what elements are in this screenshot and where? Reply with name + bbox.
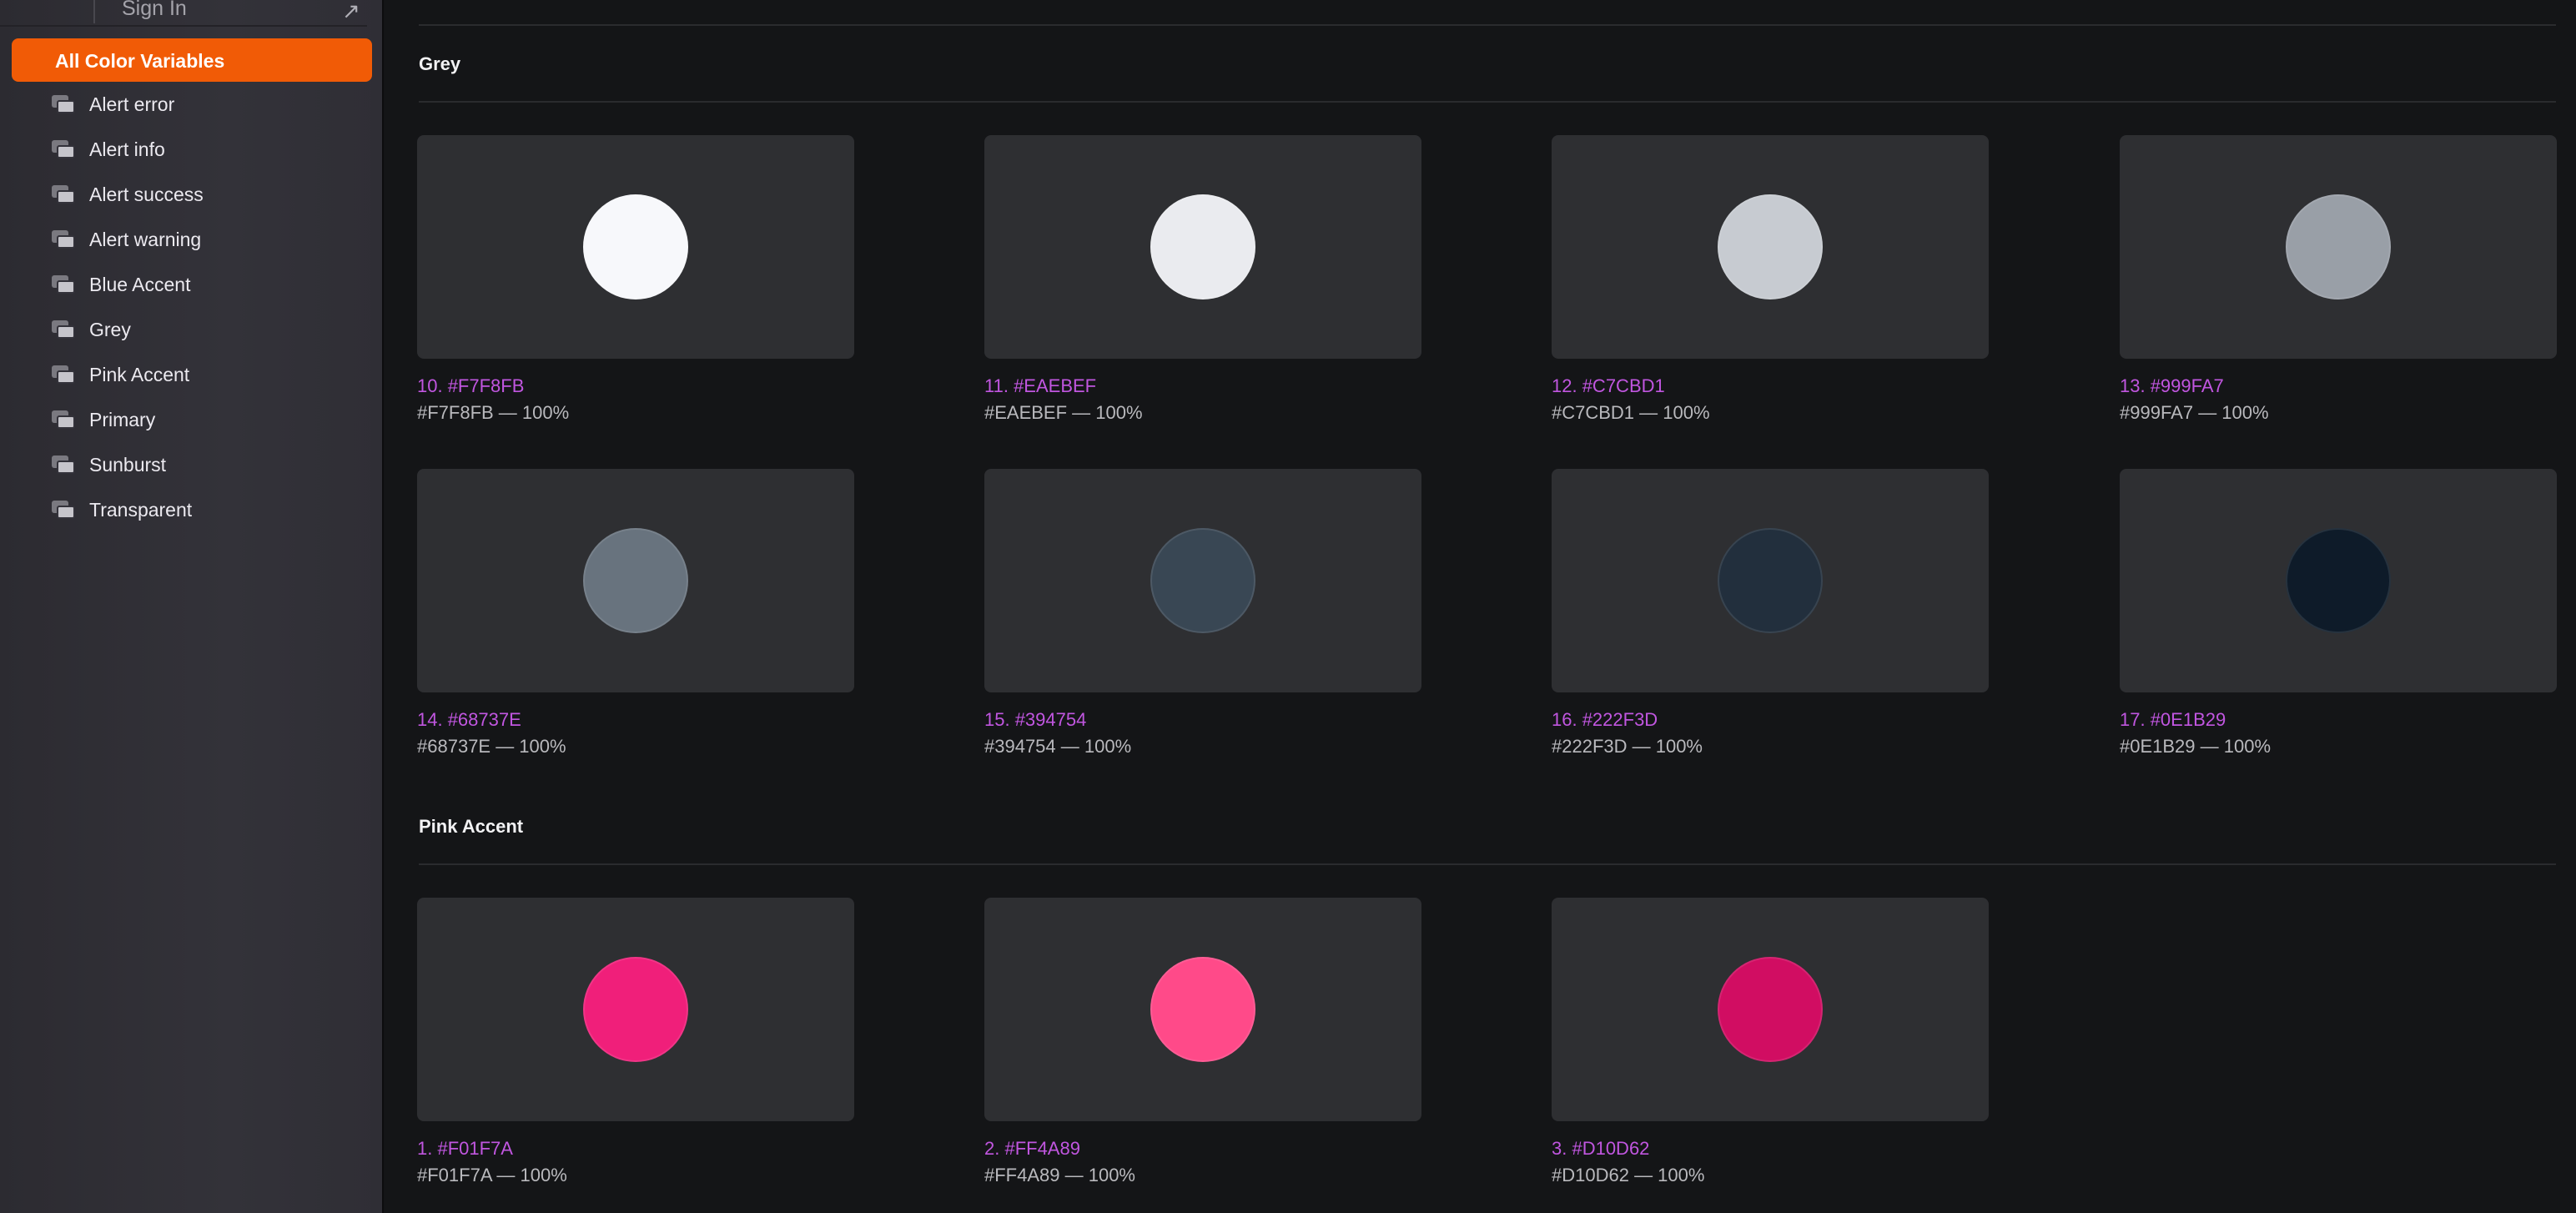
stack-icon (52, 275, 77, 294)
sidebar-item-alert-warning[interactable]: Alert warning (0, 219, 384, 264)
swatch-name: 15. #394754 (984, 709, 1087, 730)
swatch-value: #EAEBEF — 100% (984, 402, 1143, 423)
stack-icon (52, 456, 77, 474)
swatch-name: 12. #C7CBD1 (1552, 375, 1665, 396)
color-swatch-card[interactable]: 11. #EAEBEF #EAEBEF — 100% (984, 135, 1421, 423)
color-swatch-card[interactable]: 10. #F7F8FB #F7F8FB — 100% (417, 135, 854, 423)
color-circle (1150, 194, 1255, 299)
color-circle (583, 194, 688, 299)
color-swatch-card[interactable]: 16. #222F3D #222F3D — 100% (1552, 469, 1989, 757)
swatch-preview (417, 898, 854, 1121)
color-circle (2286, 194, 2391, 299)
swatch-value: #222F3D — 100% (1552, 736, 1703, 757)
swatch-name: 1. #F01F7A (417, 1138, 513, 1159)
sidebar-item-label: Transparent (89, 499, 193, 521)
section-title-grey: Grey (419, 53, 461, 74)
swatch-name: 10. #F7F8FB (417, 375, 525, 396)
stack-icon (52, 185, 77, 204)
sidebar-item-blue-accent[interactable]: Blue Accent (0, 264, 384, 309)
swatch-preview (1552, 469, 1989, 692)
swatch-name: 3. #D10D62 (1552, 1138, 1650, 1159)
sidebar: Sign In ↗ All Color Variables Alert erro… (0, 0, 384, 1213)
sidebar-item-pink-accent[interactable]: Pink Accent (0, 354, 384, 399)
sidebar-item-label: Pink Accent (89, 364, 190, 385)
divider (419, 863, 2556, 865)
swatch-preview (417, 135, 854, 359)
color-circle (1718, 194, 1823, 299)
divider (419, 101, 2556, 103)
sidebar-nav: Alert error Alert info Alert success Ale… (0, 83, 384, 534)
swatch-value: #999FA7 — 100% (2120, 402, 2269, 423)
swatch-value: #FF4A89 — 100% (984, 1165, 1135, 1185)
color-swatch-card[interactable]: 14. #68737E #68737E — 100% (417, 469, 854, 757)
color-swatch-card[interactable]: 12. #C7CBD1 #C7CBD1 — 100% (1552, 135, 1989, 423)
color-circle (583, 528, 688, 633)
sidebar-item-label: Alert warning (89, 229, 202, 250)
color-swatch-card[interactable]: 2. #FF4A89 #FF4A89 — 100% (984, 898, 1421, 1185)
sidebar-item-label: Alert success (89, 184, 204, 205)
sidebar-item-sunburst[interactable]: Sunburst (0, 444, 384, 489)
color-circle (583, 957, 688, 1062)
section-title-pink-accent: Pink Accent (419, 816, 524, 837)
color-circle (2286, 528, 2391, 633)
swatch-preview (2120, 135, 2557, 359)
sign-in-link[interactable]: Sign In (122, 0, 187, 21)
swatch-name: 13. #999FA7 (2120, 375, 2224, 396)
swatch-preview (417, 469, 854, 692)
swatch-value: #F7F8FB — 100% (417, 402, 570, 423)
sidebar-item-alert-info[interactable]: Alert info (0, 128, 384, 174)
sidebar-item-label: Grey (89, 319, 131, 340)
stack-icon (52, 410, 77, 429)
swatch-value: #68737E — 100% (417, 736, 566, 757)
swatch-value: #D10D62 — 100% (1552, 1165, 1705, 1185)
sidebar-item-label: Sunburst (89, 454, 167, 476)
stack-icon (52, 501, 77, 519)
sidebar-item-label: Alert info (89, 138, 165, 160)
color-swatch-card[interactable]: 13. #999FA7 #999FA7 — 100% (2120, 135, 2557, 423)
stack-icon (52, 320, 77, 339)
stack-icon (52, 95, 77, 113)
color-circle (1718, 957, 1823, 1062)
swatch-value: #394754 — 100% (984, 736, 1132, 757)
color-circle (1150, 957, 1255, 1062)
external-arrow-icon[interactable]: ↗ (342, 0, 360, 24)
swatch-preview (2120, 469, 2557, 692)
sign-in-row[interactable]: Sign In ↗ (0, 0, 367, 27)
sidebar-item-transparent[interactable]: Transparent (0, 489, 384, 534)
sidebar-item-label: Alert error (89, 93, 175, 115)
swatch-name: 16. #222F3D (1552, 709, 1658, 730)
sidebar-item-label: Primary (89, 409, 156, 430)
swatch-name: 11. #EAEBEF (984, 375, 1097, 396)
stack-icon (52, 230, 77, 249)
swatch-value: #0E1B29 — 100% (2120, 736, 2272, 757)
sidebar-item-label: All Color Variables (55, 50, 225, 72)
swatch-name: 14. #68737E (417, 709, 521, 730)
swatch-value: #F01F7A — 100% (417, 1165, 567, 1185)
stack-icon (52, 140, 77, 159)
sidebar-item-grey[interactable]: Grey (0, 309, 384, 354)
sidebar-item-alert-error[interactable]: Alert error (0, 83, 384, 128)
sidebar-item-all-color-variables[interactable]: All Color Variables (12, 38, 372, 82)
main-content: Grey 10. #F7F8FB #F7F8FB — 100% 11. #EAE… (385, 0, 2576, 1213)
color-swatch-card[interactable]: 15. #394754 #394754 — 100% (984, 469, 1421, 757)
swatch-value: #C7CBD1 — 100% (1552, 402, 1710, 423)
color-circle (1718, 528, 1823, 633)
divider (93, 0, 95, 23)
color-circle (1150, 528, 1255, 633)
color-swatch-card[interactable]: 17. #0E1B29 #0E1B29 — 100% (2120, 469, 2557, 757)
color-swatch-card[interactable]: 3. #D10D62 #D10D62 — 100% (1552, 898, 1989, 1185)
swatch-preview (1552, 898, 1989, 1121)
color-swatch-card[interactable]: 1. #F01F7A #F01F7A — 100% (417, 898, 854, 1185)
sidebar-item-label: Blue Accent (89, 274, 191, 295)
swatch-preview (984, 898, 1421, 1121)
stack-icon (52, 365, 77, 384)
divider (419, 24, 2556, 26)
swatch-name: 2. #FF4A89 (984, 1138, 1080, 1159)
sidebar-item-alert-success[interactable]: Alert success (0, 174, 384, 219)
swatch-preview (984, 135, 1421, 359)
swatch-preview (984, 469, 1421, 692)
swatch-preview (1552, 135, 1989, 359)
sidebar-item-primary[interactable]: Primary (0, 399, 384, 444)
swatch-name: 17. #0E1B29 (2120, 709, 2226, 730)
